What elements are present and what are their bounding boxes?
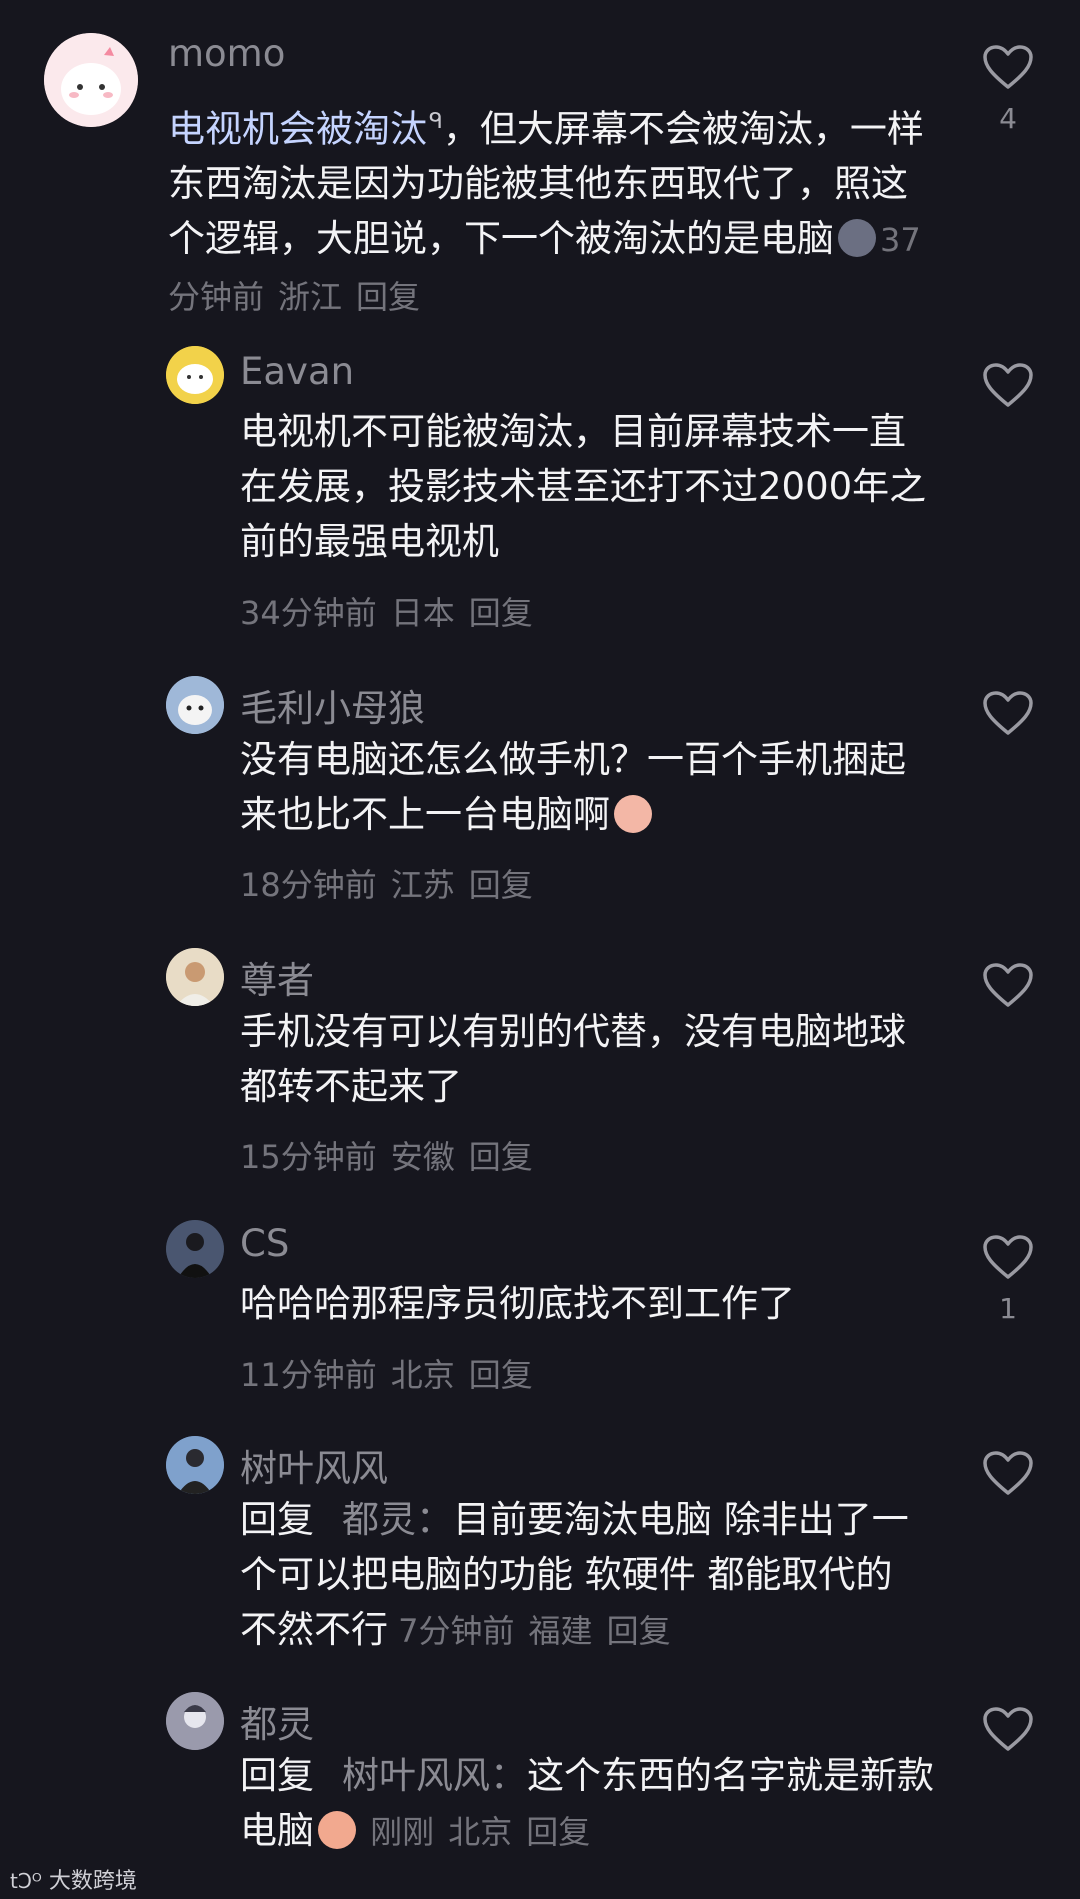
avatar[interactable] (166, 346, 224, 404)
search-link[interactable]: 电视机会被淘汰 (168, 107, 427, 150)
like-count: 1 (999, 1292, 1017, 1325)
comment-text: 电视机不可能被淘汰，目前屏幕技术一直在发展，投影技术甚至还打不过2000年之前的… (240, 410, 927, 563)
comment-location: 安徽 (390, 1138, 455, 1176)
watermark-logo-icon: tƆᴼ (10, 1869, 42, 1893)
username[interactable]: momo (168, 32, 285, 75)
avatar-image (166, 676, 224, 734)
comment-location: 北京 (448, 1813, 513, 1851)
avatar[interactable] (166, 1692, 224, 1750)
heart-icon (983, 363, 1033, 407)
reply-button[interactable]: 回复 (607, 1612, 671, 1650)
avatar-image (166, 1436, 224, 1494)
like-button[interactable] (980, 1706, 1036, 1752)
comment-time: 15分钟前 (240, 1138, 377, 1176)
comment-location: 江苏 (390, 866, 455, 904)
avatar[interactable] (166, 948, 224, 1006)
reply-button[interactable]: 回复 (356, 278, 420, 316)
avatar-image (166, 948, 224, 1006)
comment-text: 哈哈哈那程序员彻底找不到工作了 (240, 1282, 795, 1325)
search-icon[interactable]: ᑫ (429, 109, 443, 134)
heart-icon (983, 691, 1033, 735)
username[interactable]: 树叶风风 (240, 1438, 388, 1492)
comment-time: 7分钟前 (398, 1612, 515, 1650)
comment-time: 18分钟前 (240, 866, 377, 904)
username[interactable]: 尊者 (240, 950, 314, 1004)
heart-icon (983, 963, 1033, 1007)
like-button[interactable] (980, 690, 1036, 736)
comment-text: 没有电脑还怎么做手机？一百个手机捆起来也比不上一台电脑啊 (240, 732, 940, 842)
watermark-text: 大数跨境 (48, 1869, 137, 1894)
like-button[interactable] (980, 362, 1036, 408)
reply-target-username[interactable]: 树叶风风： (342, 1754, 527, 1797)
like-button[interactable]: 1 (980, 1234, 1036, 1325)
comment-location: 福建 (528, 1612, 593, 1650)
cool-face-emoji-icon (838, 219, 876, 258)
avatar-image (166, 1692, 224, 1750)
like-button[interactable] (980, 1450, 1036, 1496)
reply-button[interactable]: 回复 (526, 1813, 590, 1851)
comment-text: 回复 都灵：目前要淘汰电脑 除非出了一个可以把电脑的功能 软硬件 都能取代的 不然… (240, 1492, 940, 1659)
like-button[interactable] (980, 962, 1036, 1008)
avatar[interactable] (166, 1220, 224, 1278)
avatar-image (44, 33, 138, 127)
crying-face-emoji-icon (614, 795, 652, 833)
reply-button[interactable]: 回复 (469, 1356, 533, 1394)
avatar-image (166, 1220, 224, 1278)
comment-text: 电视机会被淘汰ᑫ，但大屏幕不会被淘汰，一样东西淘汰是因为功能被其他东西取代了，照… (168, 94, 928, 325)
reply-label: 回复 (240, 1754, 314, 1797)
reply-button[interactable]: 回复 (469, 866, 533, 904)
heart-icon (983, 1707, 1033, 1751)
comment-text: 回复 树叶风风：这个东西的名字就是新款电脑 刚刚 北京 回复 (240, 1748, 940, 1860)
reply-target-username[interactable]: 都灵： (342, 1498, 453, 1541)
heart-icon (983, 1235, 1033, 1279)
username[interactable]: CS (240, 1222, 289, 1265)
username[interactable]: 都灵 (240, 1694, 314, 1748)
comment-location: 浙江 (278, 278, 343, 317)
comment-time: 11分钟前 (240, 1356, 377, 1394)
watermark: tƆᴼ 大数跨境 (10, 1863, 137, 1895)
username[interactable]: 毛利小母狼 (240, 678, 425, 732)
like-count: 4 (999, 102, 1017, 135)
comment-time: 刚刚 (370, 1813, 435, 1851)
like-button[interactable]: 4 (980, 44, 1036, 135)
avatar[interactable] (166, 1436, 224, 1494)
avatar-image (166, 346, 224, 404)
reply-label: 回复 (240, 1498, 314, 1541)
heart-icon (983, 1451, 1033, 1495)
comment-body: 没有电脑还怎么做手机？一百个手机捆起来也比不上一台电脑啊 (240, 738, 906, 836)
comment-time: 34分钟前 (240, 594, 377, 632)
peach-face-emoji-icon (318, 1811, 356, 1849)
avatar[interactable] (166, 676, 224, 734)
reply-button[interactable]: 回复 (469, 594, 533, 632)
heart-icon (983, 45, 1033, 89)
comment-location: 日本 (390, 594, 455, 632)
comment-text: 手机没有可以有别的代替，没有电脑地球都转不起来了 (240, 1010, 906, 1108)
username[interactable]: Eavan (240, 350, 354, 393)
comment-location: 北京 (390, 1356, 455, 1394)
avatar[interactable] (44, 33, 138, 127)
reply-button[interactable]: 回复 (469, 1138, 533, 1176)
